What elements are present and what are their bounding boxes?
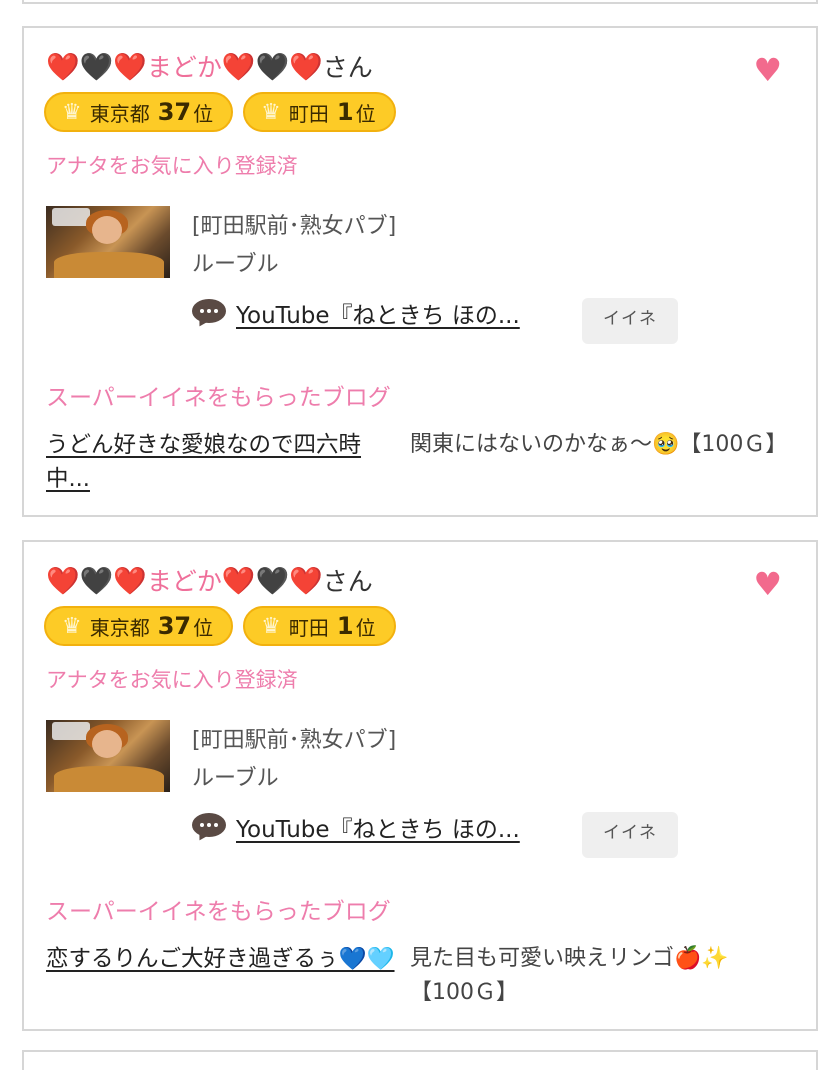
crown-icon: ♛	[261, 99, 281, 125]
badge-rank: 37	[157, 612, 192, 640]
badge-rank: 37	[157, 98, 192, 126]
blog-title-link[interactable]: うどん好きな愛娘なので四六時中...	[46, 428, 398, 496]
red-heart-icon: ❤️	[113, 566, 147, 597]
speech-bubble-icon	[192, 299, 226, 330]
shop-thumbnail[interactable]	[46, 206, 170, 278]
user-name[interactable]: ❤️🖤❤️まどか❤️🖤❤️さん	[46, 48, 373, 88]
badge-area: 東京都	[89, 615, 150, 640]
red-heart-icon: ❤️	[289, 52, 323, 83]
crown-icon: ♛	[261, 613, 281, 639]
blog-title-link[interactable]: 恋するりんご大好き過ぎるぅ💙🩵	[46, 942, 398, 976]
badge-unit: 位	[193, 101, 214, 126]
badge-area: 東京都	[89, 101, 150, 126]
favorite-status: アナタをお気に入り登録済	[46, 154, 298, 178]
red-heart-icon: ❤️	[221, 566, 256, 597]
iine-button[interactable]: イイネ	[582, 812, 678, 858]
red-heart-icon: ❤️	[289, 566, 323, 597]
user-name[interactable]: ❤️🖤❤️まどか❤️🖤❤️さん	[46, 562, 373, 602]
black-heart-icon: 🖤	[79, 566, 114, 597]
shop-name[interactable]: ルーブル	[192, 760, 279, 792]
user-card[interactable]: ❤️🖤❤️まどか❤️🖤❤️さん ♥ ♛ 東京都 37 位 ♛ 町田 1 位 アナ…	[22, 26, 818, 517]
shop-name[interactable]: ルーブル	[192, 246, 279, 278]
heart-icon[interactable]: ♥	[753, 50, 782, 90]
user-card[interactable]: ❤️🖤❤️まどか❤️🖤❤️さん ♥ ♛ 東京都 37 位 ♛ 町田 1 位 アナ…	[22, 540, 818, 1031]
red-heart-icon: ❤️	[113, 52, 147, 83]
blog-comment: 見た目も可愛い映えリンゴ🍎✨【100Ｇ】	[410, 946, 729, 1005]
heart-icon[interactable]: ♥	[753, 564, 782, 604]
comment-row: YouTube『ねときち ほの...	[192, 810, 520, 844]
badge-unit: 位	[355, 615, 376, 640]
next-card-edge	[22, 1050, 818, 1070]
black-heart-icon: 🖤	[255, 566, 290, 597]
super-iine-heading: スーパーイイネをもらったブログ	[46, 385, 391, 411]
black-heart-icon: 🖤	[255, 52, 290, 83]
shop-thumbnail[interactable]	[46, 720, 170, 792]
shop-category: [町田駅前･熟女パブ]	[192, 728, 397, 753]
badge-unit: 位	[355, 101, 376, 126]
badge-unit: 位	[193, 615, 214, 640]
black-heart-icon: 🖤	[79, 52, 114, 83]
super-iine-heading: スーパーイイネをもらったブログ	[46, 899, 391, 925]
comment-link[interactable]: YouTube『ねときち ほの...	[236, 810, 520, 844]
user-name-text: まどか	[146, 53, 222, 82]
crown-icon: ♛	[62, 613, 82, 639]
comment-link[interactable]: YouTube『ねときち ほの...	[236, 296, 520, 330]
favorite-status: アナタをお気に入り登録済	[46, 668, 298, 692]
honorific: さん	[322, 567, 373, 596]
red-heart-icon: ❤️	[46, 52, 80, 83]
badge-area: 町田	[288, 101, 329, 126]
rank-badge-city[interactable]: ♛ 町田 1 位	[243, 606, 396, 646]
rank-badge-prefecture[interactable]: ♛ 東京都 37 位	[44, 606, 234, 646]
badge-rank: 1	[336, 98, 354, 126]
crown-icon: ♛	[62, 99, 82, 125]
rank-badge-prefecture[interactable]: ♛ 東京都 37 位	[44, 92, 234, 132]
badge-rank: 1	[336, 612, 354, 640]
red-heart-icon: ❤️	[46, 566, 80, 597]
rank-badge-city[interactable]: ♛ 町田 1 位	[243, 92, 396, 132]
shop-category: [町田駅前･熟女パブ]	[192, 214, 397, 239]
user-name-text: まどか	[146, 567, 222, 596]
honorific: さん	[322, 53, 373, 82]
red-heart-icon: ❤️	[221, 52, 256, 83]
speech-bubble-icon	[192, 813, 226, 844]
rank-badges: ♛ 東京都 37 位 ♛ 町田 1 位	[44, 606, 396, 646]
rank-badges: ♛ 東京都 37 位 ♛ 町田 1 位	[44, 92, 396, 132]
blog-comment: 関東にはないのかなぁ〜🥹【100Ｇ】	[410, 432, 788, 457]
comment-row: YouTube『ねときち ほの...	[192, 296, 520, 330]
badge-area: 町田	[288, 615, 329, 640]
previous-card-edge	[22, 0, 818, 4]
iine-button[interactable]: イイネ	[582, 298, 678, 344]
